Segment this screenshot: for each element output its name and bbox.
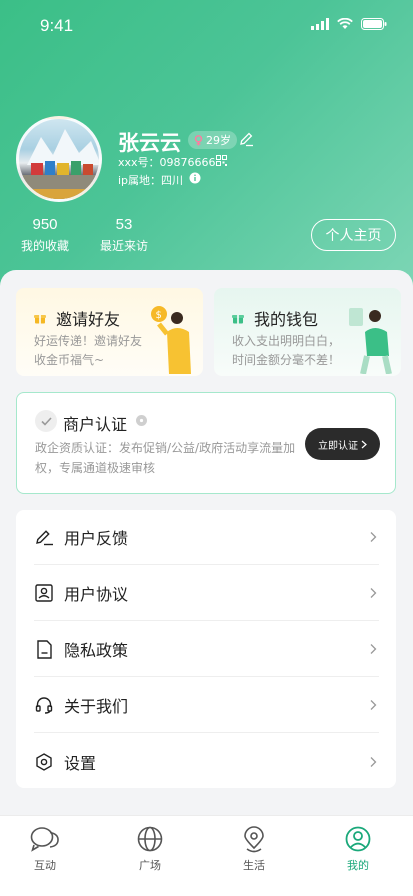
user-ip-location: ip属地：四川 bbox=[118, 174, 184, 187]
user-icon bbox=[328, 826, 388, 854]
tab-life[interactable]: 生活 bbox=[224, 826, 284, 873]
help-icon[interactable] bbox=[136, 415, 147, 426]
location-icon bbox=[224, 826, 284, 854]
stat-favorites-label: 我的收藏 bbox=[20, 239, 69, 253]
stat-recent-visits[interactable]: 53 最近来访 bbox=[99, 216, 149, 254]
wallet-title: 我的钱包 bbox=[254, 310, 319, 329]
globe-icon bbox=[120, 826, 180, 854]
age-text: 29岁 bbox=[206, 134, 231, 147]
menu-item-privacy-policy[interactable]: 隐私政策 bbox=[34, 622, 379, 677]
stat-favorites-value: 950 bbox=[32, 216, 58, 233]
menu-item-feedback[interactable]: 用户反馈 bbox=[34, 510, 379, 565]
status-time: 9:41 bbox=[40, 16, 74, 35]
stat-recent-visits-value: 53 bbox=[115, 216, 133, 233]
settings-menu: 用户反馈 用户协议 隐私政策 关于我们 设置 bbox=[16, 510, 396, 788]
female-icon bbox=[194, 134, 203, 145]
verify-now-label: 立即认证 bbox=[318, 440, 358, 452]
username: 张云云 bbox=[118, 131, 181, 155]
tab-label-life: 生活 bbox=[243, 859, 265, 872]
invite-illustration: $ bbox=[151, 306, 191, 374]
contact-card-icon bbox=[34, 583, 54, 603]
menu-label-about-us: 关于我们 bbox=[64, 697, 129, 716]
personal-homepage-button[interactable]: 个人主页 bbox=[311, 219, 396, 251]
tab-label-plaza: 广场 bbox=[139, 859, 161, 872]
bottom-tab-bar: 互动 广场 生活 我的 bbox=[0, 815, 413, 896]
chevron-right-icon bbox=[370, 756, 377, 767]
menu-item-about-us[interactable]: 关于我们 bbox=[34, 678, 379, 733]
status-icons bbox=[311, 18, 387, 30]
stat-favorites[interactable]: 950 我的收藏 bbox=[20, 216, 70, 254]
edit-icon bbox=[34, 527, 54, 547]
merchant-desc: 政企资质认证：发布促销/公益/政府活动享流量加权，专属通道极速审核 bbox=[35, 441, 296, 475]
wallet-illustration bbox=[349, 308, 392, 374]
tab-interact[interactable]: 互动 bbox=[15, 826, 75, 873]
tab-label-mine: 我的 bbox=[347, 859, 369, 872]
stat-recent-visits-label: 最近来访 bbox=[99, 239, 148, 253]
wifi-icon bbox=[337, 18, 353, 29]
check-icon bbox=[35, 410, 57, 432]
user-id: xxx号：09876666 bbox=[118, 156, 216, 169]
chevron-right-icon bbox=[370, 532, 377, 542]
edit-profile-icon[interactable] bbox=[238, 131, 254, 147]
signal-icon bbox=[311, 18, 329, 30]
chat-icon bbox=[15, 826, 75, 854]
qr-code-icon[interactable] bbox=[216, 155, 227, 166]
chevron-right-icon bbox=[370, 700, 377, 710]
document-icon bbox=[34, 639, 54, 659]
menu-label-privacy-policy: 隐私政策 bbox=[64, 641, 129, 660]
invite-title: 邀请好友 bbox=[56, 310, 121, 329]
menu-label-user-agreement: 用户协议 bbox=[64, 585, 129, 604]
invite-title-row: 邀请好友 bbox=[34, 306, 120, 330]
chevron-right-icon bbox=[370, 588, 377, 598]
settings-icon bbox=[34, 752, 54, 772]
wallet-title-row: 我的钱包 bbox=[232, 306, 318, 330]
wallet-desc: 收入支出明明白白，时间金额分毫不差！ bbox=[232, 334, 341, 367]
avatar[interactable] bbox=[16, 116, 102, 202]
tab-label-interact: 互动 bbox=[34, 859, 56, 872]
invite-desc: 好运传递！邀请好友收金币福气~ bbox=[34, 334, 143, 367]
info-icon[interactable] bbox=[189, 172, 201, 184]
merchant-verification-card: 商户认证 政企资质认证：发布促销/公益/政府活动享流量加权，专属通道极速审核 立… bbox=[16, 392, 396, 494]
svg-text:$: $ bbox=[156, 310, 162, 321]
menu-label-settings: 设置 bbox=[64, 753, 97, 773]
verify-now-button[interactable]: 立即认证 bbox=[305, 428, 380, 460]
menu-label-feedback: 用户反馈 bbox=[64, 529, 129, 548]
gift-icon bbox=[232, 315, 244, 324]
menu-item-settings[interactable]: 设置 bbox=[34, 734, 379, 789]
battery-icon bbox=[361, 18, 387, 30]
tab-plaza[interactable]: 广场 bbox=[120, 826, 180, 873]
chevron-right-icon bbox=[370, 644, 377, 654]
chevron-right-icon bbox=[361, 440, 367, 448]
invite-friends-card[interactable]: 邀请好友 好运传递！邀请好友收金币福气~ $ bbox=[16, 288, 203, 376]
menu-item-user-agreement[interactable]: 用户协议 bbox=[34, 566, 379, 621]
tab-mine[interactable]: 我的 bbox=[328, 826, 388, 873]
age-badge: 29岁 bbox=[188, 131, 237, 149]
merchant-title: 商户认证 bbox=[63, 415, 128, 434]
gift-icon bbox=[34, 315, 46, 324]
status-bar: 9:41 bbox=[0, 0, 413, 50]
headset-icon bbox=[34, 695, 54, 715]
my-wallet-card[interactable]: 我的钱包 收入支出明明白白，时间金额分毫不差！ bbox=[214, 288, 401, 376]
